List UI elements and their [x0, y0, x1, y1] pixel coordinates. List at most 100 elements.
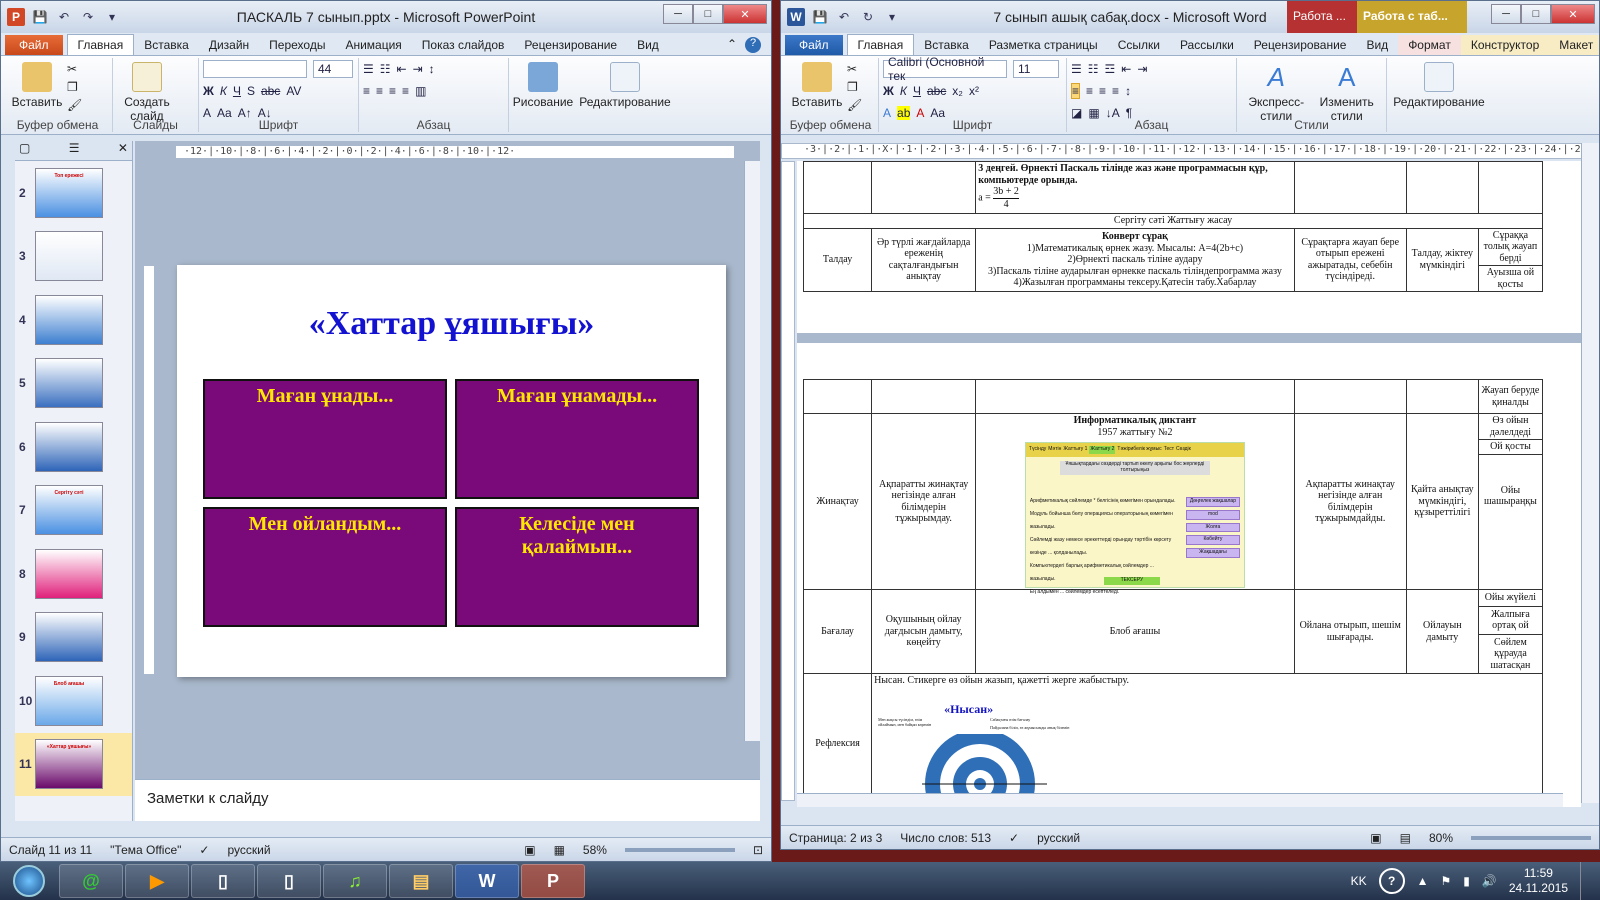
superscript-icon[interactable]: x² [969, 84, 979, 98]
view-print-layout-icon[interactable]: ▣ [1370, 831, 1381, 845]
view-normal-icon[interactable]: ▣ [524, 843, 535, 857]
outdent-icon[interactable]: ⇥ [1137, 62, 1147, 76]
start-button[interactable] [6, 862, 52, 900]
justify-icon[interactable]: ≡ [402, 84, 409, 98]
close-button[interactable]: ✕ [723, 4, 767, 24]
editing-button[interactable]: Редактирование [577, 58, 673, 109]
numbering-icon[interactable]: ☷ [1088, 62, 1099, 76]
slide-cell-next-time[interactable]: Келесіде мен қалаймын... [455, 507, 699, 627]
tab-format[interactable]: Формат [1398, 35, 1461, 55]
slide-thumbnail[interactable]: 10 Блоб ағашы [15, 669, 132, 733]
minimize-button[interactable]: ─ [1491, 4, 1521, 24]
quick-styles-button[interactable]: A Экспресс-стили [1241, 58, 1312, 123]
context-tab-work[interactable]: Работа ... [1287, 1, 1357, 33]
spellcheck-icon[interactable]: ✓ [199, 843, 209, 857]
undo-icon[interactable]: ↶ [835, 10, 853, 24]
paste-button[interactable]: Вставить [7, 58, 67, 112]
save-icon[interactable]: 💾 [31, 10, 49, 24]
word-app-icon[interactable]: W [787, 8, 805, 26]
tab-insert[interactable]: Вставка [914, 35, 979, 55]
format-painter-icon[interactable]: 🖌 [847, 98, 862, 112]
slide-scrollbar[interactable] [744, 161, 760, 741]
indent-icon[interactable]: ⇤ [1121, 62, 1131, 76]
strikethrough-icon[interactable]: abc [927, 84, 946, 98]
font-size-input[interactable]: 11 [1013, 60, 1059, 78]
document-scrollbar[interactable] [1581, 143, 1599, 803]
maximize-button[interactable]: □ [693, 4, 723, 24]
underline-icon[interactable]: Ч [233, 84, 241, 98]
slide-thumbnail[interactable]: 6 [15, 415, 132, 479]
align-center-icon[interactable]: ≡ [376, 84, 383, 98]
bullets-icon[interactable]: ☰ [363, 62, 374, 76]
font-name-input[interactable] [203, 60, 307, 78]
cut-icon[interactable]: ✂ [847, 62, 862, 76]
tab-view[interactable]: Вид [1356, 35, 1398, 55]
help-icon[interactable]: ? [1378, 868, 1405, 894]
slides-tab-icon[interactable]: ▢ [19, 141, 30, 160]
line-spacing-icon[interactable]: ↕ [1125, 84, 1131, 98]
slide-thumbnail[interactable]: 3 [15, 225, 132, 289]
indent-icon[interactable]: ⇤ [397, 62, 407, 76]
align-left-icon[interactable]: ≡ [1071, 83, 1081, 99]
editing-button[interactable]: Редактирование [1391, 58, 1487, 109]
slide-thumbnail[interactable]: 8 [15, 542, 132, 606]
columns-icon[interactable]: ▥ [415, 84, 426, 98]
taskbar-music-icon[interactable]: ♫ [323, 864, 387, 898]
keyboard-language[interactable]: KK [1351, 874, 1367, 888]
new-slide-button[interactable]: Создать слайд [117, 58, 177, 123]
line-spacing-icon[interactable]: ↕ [429, 62, 435, 76]
sergitu-row[interactable]: Сергіту сәті Жаттығу жасау [803, 213, 1543, 229]
tab-view[interactable]: Вид [627, 35, 669, 55]
slide-cell-disliked[interactable]: Маған ұнамады... [455, 379, 699, 499]
tab-page-layout[interactable]: Разметка страницы [979, 35, 1108, 55]
copy-icon[interactable]: ❐ [847, 80, 862, 94]
bold-icon[interactable]: Ж [883, 84, 894, 98]
underline-icon[interactable]: Ч [913, 84, 921, 98]
zoom-slider[interactable] [1471, 835, 1591, 840]
slide-thumbnail[interactable]: 7 Сергіту сәті [15, 479, 132, 543]
outline-tab-icon[interactable]: ☰ [69, 141, 80, 160]
font-size-input[interactable]: 44 [313, 60, 353, 78]
help-icon[interactable]: ? [745, 37, 761, 53]
undo-icon[interactable]: ↶ [55, 10, 73, 24]
minimize-button[interactable]: ─ [663, 4, 693, 24]
zoom-slider[interactable] [624, 847, 735, 852]
redo-icon[interactable]: ↻ [859, 10, 877, 24]
tab-file[interactable]: Файл [785, 35, 843, 55]
customize-qa-icon[interactable]: ▾ [103, 10, 121, 24]
notes-pane[interactable]: Заметки к слайду [135, 779, 760, 821]
view-sorter-icon[interactable]: ▦ [554, 843, 565, 857]
tab-insert[interactable]: Вставка [134, 35, 199, 55]
italic-icon[interactable]: К [900, 84, 907, 98]
dictation-exercise-image[interactable]: Түсінду Мәтін Жаттығу 1 Жаттығу 2 Тәжіри… [1024, 442, 1245, 595]
subscript-icon[interactable]: x₂ [952, 84, 963, 98]
spellcheck-icon[interactable]: ✓ [1009, 831, 1019, 845]
slide-thumbnail[interactable]: 11 «Хаттар ұяшығы» [15, 732, 132, 796]
bold-icon[interactable]: Ж [203, 84, 214, 98]
slide-cell-liked[interactable]: Маған ұнады... [203, 379, 447, 499]
tab-slideshow[interactable]: Показ слайдов [412, 35, 515, 55]
maximize-button[interactable]: □ [1521, 4, 1551, 24]
slide-thumbnail[interactable]: 5 [15, 352, 132, 416]
tab-design[interactable]: Дизайн [199, 35, 259, 55]
shadow-icon[interactable]: S [247, 84, 255, 98]
align-center-icon[interactable]: ≡ [1086, 84, 1093, 98]
taskbar-mail-icon[interactable]: @ [59, 864, 123, 898]
context-tab-table[interactable]: Работа с таб... [1357, 1, 1467, 33]
bullets-icon[interactable]: ☰ [1071, 62, 1082, 76]
strikethrough-icon[interactable]: abc [261, 84, 280, 98]
tab-home[interactable]: Главная [66, 34, 135, 55]
slide-thumbnail[interactable]: 4 [15, 288, 132, 352]
redo-icon[interactable]: ↷ [79, 10, 97, 24]
close-panel-icon[interactable]: ✕ [118, 141, 128, 160]
taskbar-document2-icon[interactable]: ▯ [257, 864, 321, 898]
tab-review[interactable]: Рецензирование [1244, 35, 1357, 55]
italic-icon[interactable]: К [220, 84, 227, 98]
justify-icon[interactable]: ≡ [1112, 84, 1119, 98]
slide-thumbnail[interactable]: 9 [15, 606, 132, 670]
outdent-icon[interactable]: ⇥ [413, 62, 423, 76]
format-painter-icon[interactable]: 🖌 [67, 98, 82, 112]
tray-volume-icon[interactable]: 🔊 [1482, 874, 1497, 888]
align-left-icon[interactable]: ≡ [363, 84, 370, 98]
align-right-icon[interactable]: ≡ [389, 84, 396, 98]
